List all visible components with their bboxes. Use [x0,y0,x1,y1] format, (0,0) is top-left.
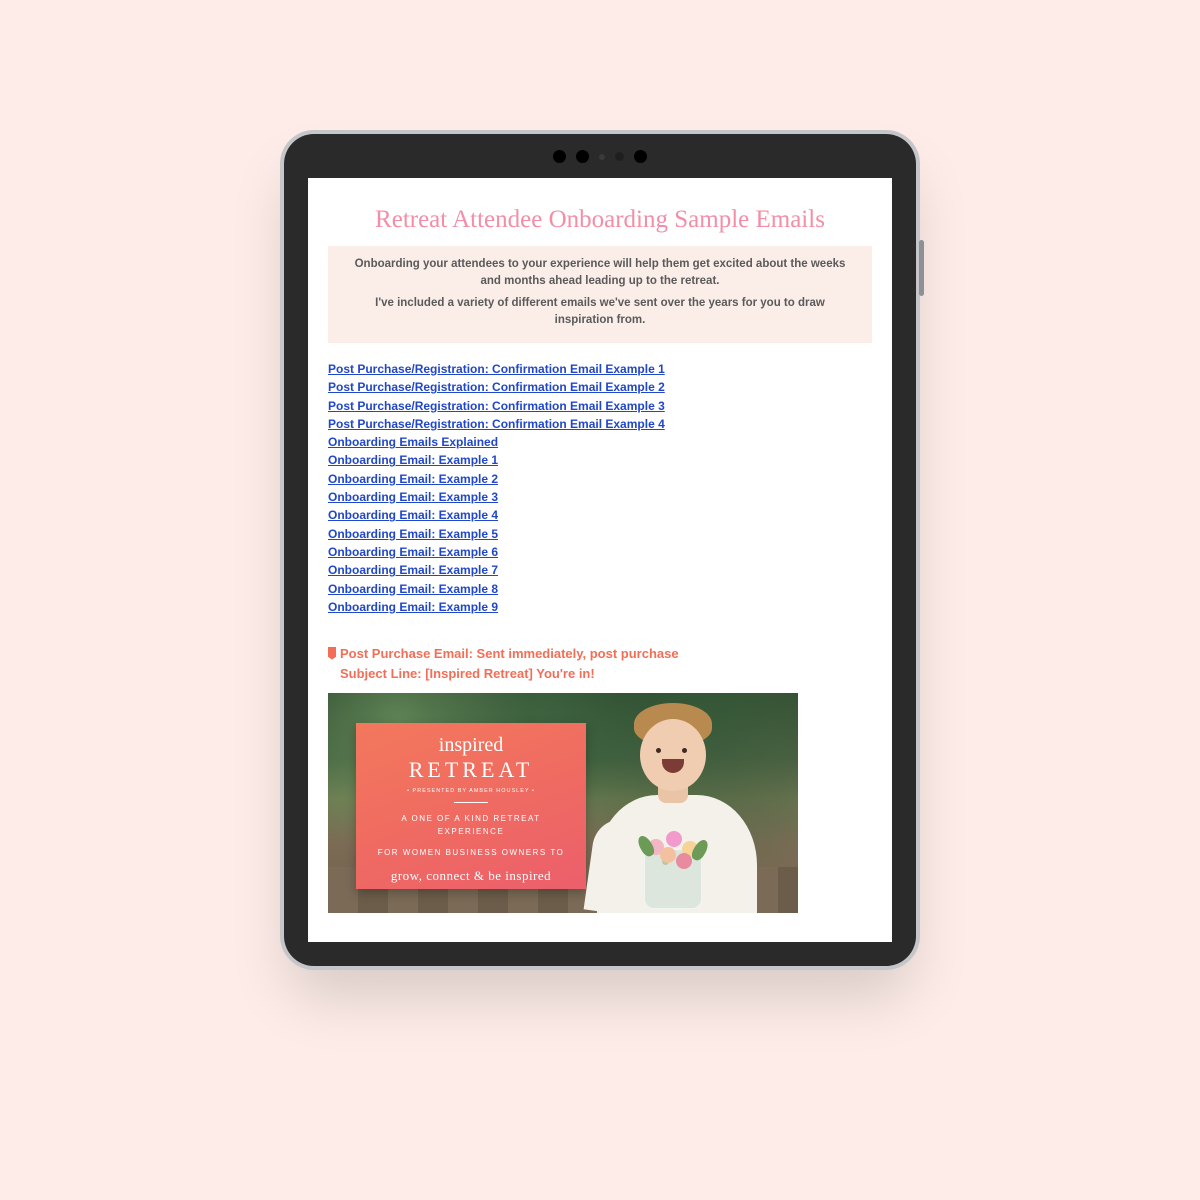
section-heading: Post Purchase Email: Sent immediately, p… [328,644,872,664]
toc-link[interactable]: Onboarding Email: Example 9 [328,599,872,616]
ipad-power-button [919,240,924,296]
toc-link[interactable]: Onboarding Emails Explained [328,434,872,451]
ipad-frame: Retreat Attendee Onboarding Sample Email… [280,130,920,970]
toc-link[interactable]: Onboarding Email: Example 1 [328,452,872,469]
intro-line-1: Onboarding your attendees to your experi… [350,256,850,291]
ipad-bezel: Retreat Attendee Onboarding Sample Email… [284,134,916,966]
toc-link[interactable]: Onboarding Email: Example 5 [328,526,872,543]
camera-dot-icon [553,150,566,163]
brand-tagline-3: grow, connect & be inspired [368,868,574,884]
toc-link[interactable]: Post Purchase/Registration: Confirmation… [328,361,872,378]
toc-link[interactable]: Post Purchase/Registration: Confirmation… [328,398,872,415]
toc-link[interactable]: Onboarding Email: Example 8 [328,581,872,598]
brand-script-text: inspired [368,735,574,755]
email-subject-line: Subject Line: [Inspired Retreat] You're … [328,666,872,681]
camera-dot-icon [576,150,589,163]
section-heading-text: Post Purchase Email: Sent immediately, p… [340,646,679,661]
intro-line-2: I've included a variety of different ema… [350,295,850,330]
brand-tagline-2: FOR WOMEN BUSINESS OWNERS TO [368,847,574,860]
hero-brand-card: inspired RETREAT • PRESENTED BY AMBER HO… [356,723,586,889]
toc-link[interactable]: Post Purchase/Registration: Confirmation… [328,379,872,396]
email-hero-banner: inspired RETREAT • PRESENTED BY AMBER HO… [328,693,798,913]
divider [454,802,488,803]
bookmark-icon [328,647,336,660]
camera-dot-icon [634,150,647,163]
brand-retreat-text: RETREAT [368,757,574,783]
toc-link[interactable]: Onboarding Email: Example 7 [328,562,872,579]
table-of-contents: Post Purchase/Registration: Confirmation… [328,361,872,616]
toc-link[interactable]: Post Purchase/Registration: Confirmation… [328,416,872,433]
intro-callout: Onboarding your attendees to your experi… [328,246,872,343]
toc-link[interactable]: Onboarding Email: Example 2 [328,471,872,488]
brand-tagline-1: A ONE OF A KIND RETREAT EXPERIENCE [368,813,574,839]
camera-dot-icon [599,154,605,160]
ipad-camera-cluster [284,150,916,163]
page-title: Retreat Attendee Onboarding Sample Email… [328,206,872,234]
ipad-screen: Retreat Attendee Onboarding Sample Email… [308,178,892,942]
document-body: Retreat Attendee Onboarding Sample Email… [308,178,892,942]
toc-link[interactable]: Onboarding Email: Example 3 [328,489,872,506]
woman-with-flowers-illustration [582,708,762,913]
camera-dot-icon [615,152,624,161]
toc-link[interactable]: Onboarding Email: Example 6 [328,544,872,561]
brand-presented-by: • PRESENTED BY AMBER HOUSLEY • [368,788,574,794]
toc-link[interactable]: Onboarding Email: Example 4 [328,507,872,524]
